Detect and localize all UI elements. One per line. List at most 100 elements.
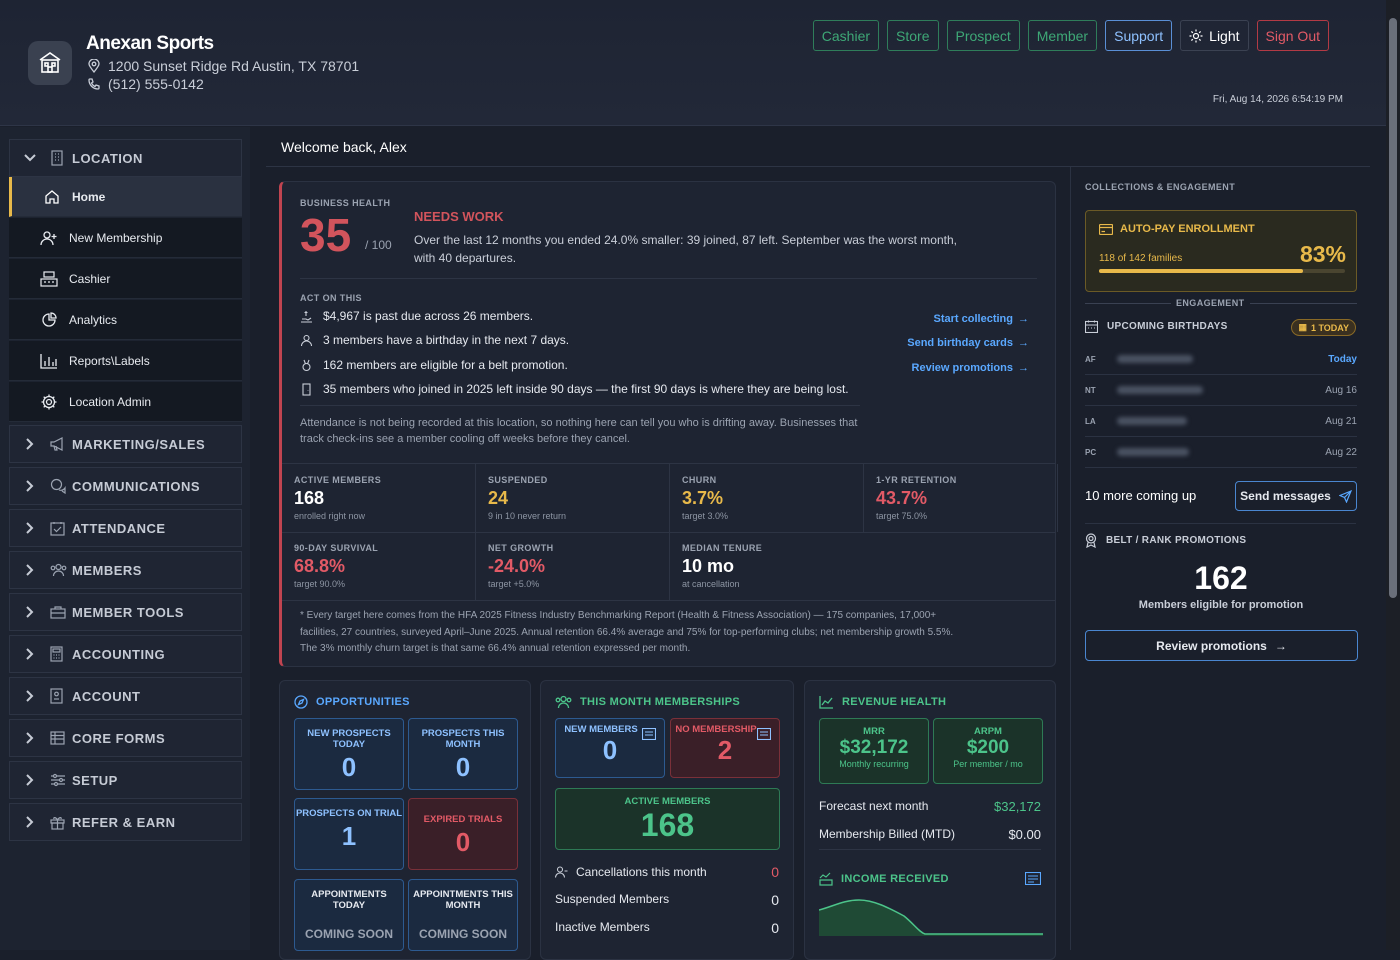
- revenue-title: REVENUE HEALTH: [819, 695, 946, 709]
- start-collecting-link[interactable]: Start collecting →: [934, 313, 1029, 325]
- sidebar-item-home[interactable]: Home: [9, 177, 242, 217]
- metric-value: 168: [294, 488, 325, 508]
- metric-sub: enrolled right now: [294, 511, 366, 521]
- birthday-date: Aug 21: [1325, 415, 1357, 427]
- gear-icon: [9, 393, 69, 411]
- tile-no-membership[interactable]: NO MEMBERSHIP 2: [670, 718, 780, 778]
- current-datetime: Fri, Aug 14, 2026 6:54:19 PM: [1212, 94, 1343, 105]
- autopay-progress-fill: [1099, 269, 1304, 273]
- award-icon: [1085, 533, 1097, 548]
- sidebar-group-accounting[interactable]: ACCOUNTING: [9, 635, 242, 673]
- metric-label: NET GROWTH: [488, 543, 554, 553]
- sidebar-item-analytics[interactable]: Analytics: [9, 300, 242, 340]
- main-content: Welcome back, Alex BUSINESS HEALTH 35 / …: [266, 127, 1370, 960]
- metric-sub: target 75.0%: [876, 511, 928, 521]
- sidebar-item-reports[interactable]: Reports\Labels: [9, 341, 242, 381]
- sign-out-button[interactable]: Sign Out: [1256, 20, 1329, 51]
- row-value: 0: [771, 864, 779, 880]
- sidebar-group-label: COMMUNICATIONS: [72, 478, 201, 494]
- tile-active-members[interactable]: ACTIVE MEMBERS 168: [555, 788, 780, 850]
- tile-label: NO MEMBERSHIP: [675, 724, 757, 735]
- light-mode-button[interactable]: Light: [1180, 20, 1249, 51]
- metric-label: 1-YR RETENTION: [876, 475, 957, 485]
- birthday-initials: NT: [1085, 385, 1096, 395]
- birthday-row[interactable]: PC Aug 22: [1085, 437, 1357, 468]
- tile-prospects-this-month[interactable]: PROSPECTS THIS MONTH 0: [408, 718, 518, 790]
- metric-sub: at cancellation: [682, 579, 740, 589]
- member-button[interactable]: Member: [1027, 20, 1098, 51]
- tile-expired-trials[interactable]: EXPIRED TRIALS 0: [408, 798, 518, 870]
- health-description: Over the last 12 months you ended 24.0% …: [414, 233, 957, 265]
- support-button[interactable]: Support: [1105, 20, 1173, 51]
- opportunities-title: OPPORTUNITIES: [294, 695, 410, 709]
- sidebar-group-setup[interactable]: SETUP: [9, 761, 242, 799]
- store-button[interactable]: Store: [887, 20, 939, 51]
- sidebar-group-label: REFER & EARN: [72, 814, 176, 830]
- tile-value: 1: [341, 821, 357, 851]
- tile-value: 0: [341, 752, 357, 782]
- sidebar-item-cashier[interactable]: Cashier: [9, 259, 242, 299]
- medal-icon: [302, 359, 311, 371]
- cashier-button[interactable]: Cashier: [812, 20, 880, 51]
- chevron-right-icon: [10, 732, 50, 744]
- review-promotions-button[interactable]: Review promotions →: [1085, 630, 1358, 661]
- tile-value: $32,172: [839, 737, 909, 758]
- sidebar-group-members[interactable]: MEMBERS: [9, 551, 242, 589]
- review-promotions-link[interactable]: Review promotions →: [912, 362, 1029, 374]
- sidebar-group-label: MEMBERS: [72, 562, 142, 578]
- prospect-button[interactable]: Prospect: [946, 20, 1020, 51]
- tile-appointments-today[interactable]: APPOINTMENTS TODAY COMING SOON: [294, 879, 404, 951]
- sidebar-group-label: CORE FORMS: [72, 730, 166, 746]
- act-on-this-label: ACT ON THIS: [300, 293, 362, 303]
- attendance-note: Attendance is not being recorded at this…: [300, 417, 858, 445]
- page-scrollbar[interactable]: [1386, 0, 1400, 950]
- tile-mrr: MRR $32,172 Monthly recurring: [819, 718, 929, 784]
- tile-label: APPOINTMENTS THIS MONTH: [413, 889, 513, 911]
- list-icon[interactable]: [1024, 871, 1042, 890]
- calendar-check-icon: [50, 521, 72, 536]
- tile-new-prospects-today[interactable]: NEW PROSPECTS TODAY 0: [294, 718, 404, 790]
- belt-header: BELT / RANK PROMOTIONS: [1085, 533, 1246, 548]
- sidebar-group-attendance[interactable]: ATTENDANCE: [9, 509, 242, 547]
- sidebar-group-marketing[interactable]: MARKETING/SALES: [9, 425, 242, 463]
- sidebar-group-refer-earn[interactable]: REFER & EARN: [9, 803, 242, 841]
- autopay-progress-track: [1099, 269, 1345, 273]
- metric-label: MEDIAN TENURE: [682, 543, 763, 553]
- sidebar-group-account[interactable]: ACCOUNT: [9, 677, 242, 715]
- sidebar-group-communications[interactable]: COMMUNICATIONS: [9, 467, 242, 505]
- users-icon: [50, 563, 72, 577]
- birthday-row[interactable]: AF Today: [1085, 344, 1357, 375]
- row-label: Membership Billed (MTD): [819, 827, 956, 841]
- link-label: Send birthday cards: [907, 337, 1013, 349]
- chart-icon: [819, 872, 833, 886]
- birthday-row[interactable]: LA Aug 21: [1085, 406, 1357, 437]
- button-label: Send messages: [1240, 489, 1331, 503]
- map-pin-icon: [88, 59, 100, 73]
- sidebar-group-core-forms[interactable]: CORE FORMS: [9, 719, 242, 757]
- sidebar-item-new-membership[interactable]: New Membership: [9, 218, 242, 258]
- birthday-row[interactable]: NT Aug 16: [1085, 375, 1357, 406]
- user-minus-icon: [555, 866, 568, 878]
- scrollbar-thumb[interactable]: [1389, 18, 1397, 598]
- autopay-card[interactable]: AUTO-PAY ENROLLMENT 118 of 142 families …: [1085, 210, 1357, 292]
- row-value: 0: [771, 892, 779, 908]
- sidebar-item-location-admin[interactable]: Location Admin: [9, 382, 242, 422]
- metric-90-day-survival: 90-DAY SURVIVAL 68.8% target 90.0%: [282, 532, 476, 600]
- tile-value: $200: [966, 737, 1010, 758]
- sidebar-group-location[interactable]: LOCATION: [9, 139, 242, 177]
- megaphone-icon: [50, 437, 72, 451]
- tile-new-members[interactable]: NEW MEMBERS 0: [555, 718, 665, 778]
- arrow-right-icon: →: [1018, 313, 1029, 325]
- sliders-icon: [50, 773, 72, 787]
- calendar-icon: [1085, 320, 1098, 333]
- tile-label: PROSPECTS ON TRIAL: [295, 808, 403, 819]
- send-messages-button[interactable]: Send messages: [1235, 481, 1357, 511]
- send-birthday-cards-link[interactable]: Send birthday cards →: [907, 337, 1029, 349]
- tile-appointments-this-month[interactable]: APPOINTMENTS THIS MONTH COMING SOON: [408, 879, 518, 951]
- chevron-right-icon: [10, 480, 50, 492]
- chevron-down-icon: [10, 154, 50, 162]
- sidebar-group-member-tools[interactable]: MEMBER TOOLS: [9, 593, 242, 631]
- cake-icon: ▦: [1298, 322, 1307, 332]
- tile-prospects-on-trial[interactable]: PROSPECTS ON TRIAL 1: [294, 798, 404, 870]
- birthday-date: Aug 22: [1325, 446, 1357, 458]
